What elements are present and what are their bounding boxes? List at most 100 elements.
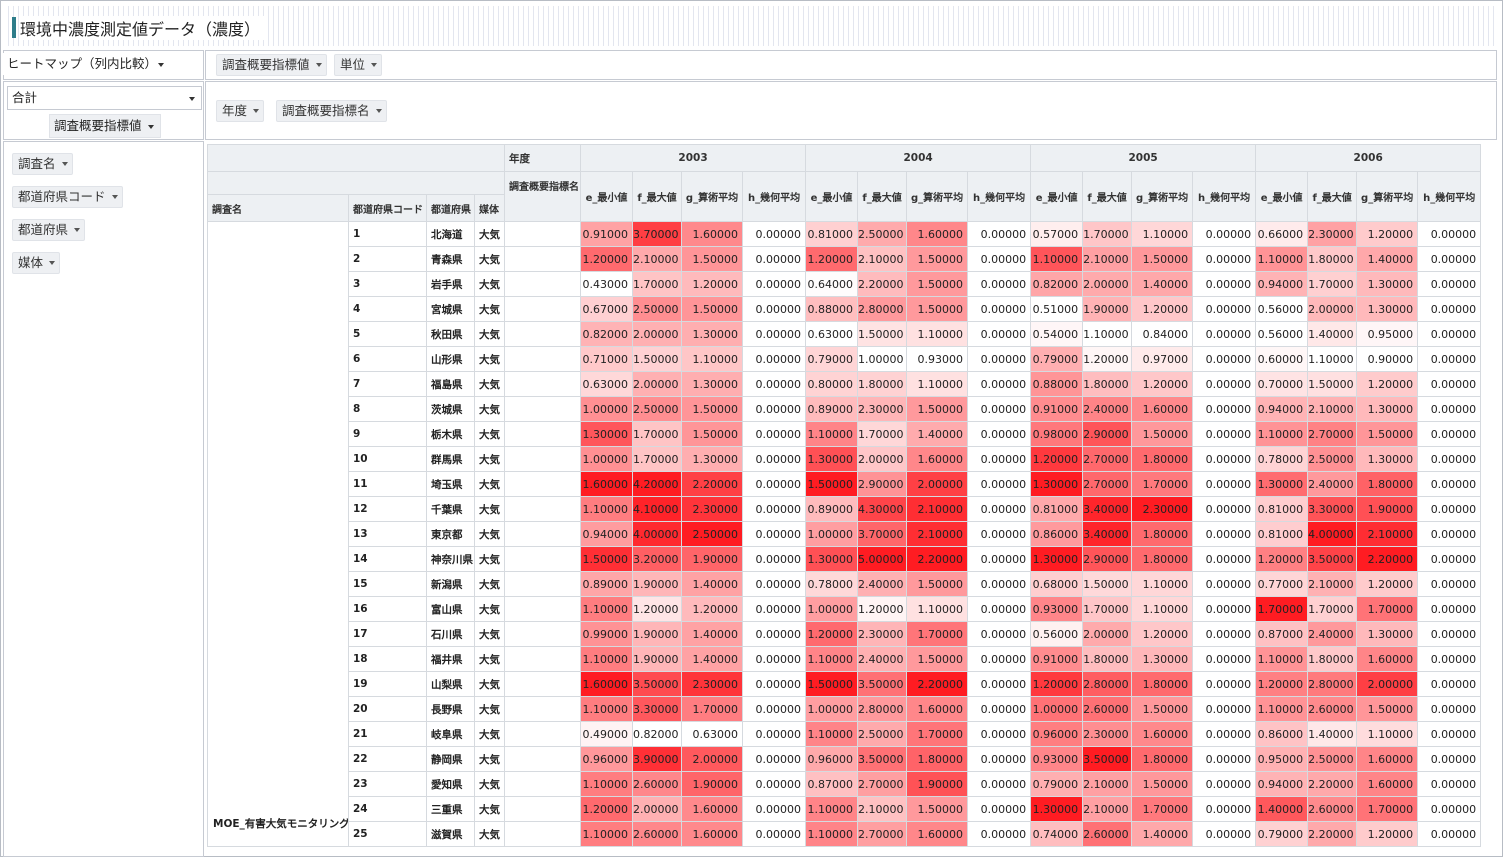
- value-cell[interactable]: 3.50000: [632, 671, 682, 697]
- value-cell[interactable]: 0.77000: [1255, 571, 1309, 597]
- value-cell[interactable]: 0.63000: [681, 721, 743, 747]
- value-cell[interactable]: 0.00000: [1417, 746, 1482, 772]
- value-cell[interactable]: 0.00000: [967, 496, 1032, 522]
- value-cell[interactable]: 1.40000: [681, 571, 743, 597]
- value-cell[interactable]: 2.10000: [906, 496, 969, 522]
- value-cell[interactable]: 0.89000: [805, 396, 859, 422]
- value-cell[interactable]: 1.10000: [580, 821, 633, 847]
- value-cell[interactable]: 1.30000: [681, 371, 743, 397]
- value-cell[interactable]: 1.40000: [1307, 321, 1358, 347]
- value-cell[interactable]: 4.20000: [632, 471, 682, 497]
- value-cell[interactable]: 0.00000: [741, 521, 807, 547]
- value-cell[interactable]: 1.70000: [632, 271, 682, 297]
- value-cell[interactable]: 0.00000: [741, 471, 807, 497]
- value-cell[interactable]: 1.30000: [805, 446, 859, 472]
- value-cell[interactable]: 1.60000: [1356, 746, 1419, 772]
- value-cell[interactable]: 0.49000: [580, 721, 633, 747]
- value-cell[interactable]: 2.70000: [1082, 471, 1133, 497]
- value-cell[interactable]: 2.70000: [1307, 421, 1358, 447]
- value-cell[interactable]: 0.86000: [1255, 721, 1309, 747]
- value-cell[interactable]: 0.00000: [741, 296, 807, 322]
- value-cell[interactable]: 1.10000: [1255, 246, 1309, 272]
- value-cell[interactable]: 2.80000: [857, 696, 908, 722]
- value-cell[interactable]: 1.70000: [1356, 796, 1419, 822]
- value-cell[interactable]: 0.93000: [906, 346, 969, 372]
- value-cell[interactable]: 0.79000: [805, 346, 859, 372]
- value-cell[interactable]: 1.60000: [1131, 721, 1194, 747]
- value-cell[interactable]: 0.00000: [1417, 571, 1482, 597]
- value-cell[interactable]: 1.20000: [1356, 221, 1419, 247]
- value-cell[interactable]: 0.74000: [1030, 821, 1084, 847]
- value-cell[interactable]: 4.30000: [857, 496, 908, 522]
- value-cell[interactable]: 2.60000: [1082, 696, 1133, 722]
- value-cell[interactable]: 0.00000: [1417, 271, 1482, 297]
- value-cell[interactable]: 2.10000: [1307, 396, 1358, 422]
- value-cell[interactable]: 1.40000: [1131, 271, 1194, 297]
- value-cell[interactable]: 1.50000: [857, 321, 908, 347]
- value-cell[interactable]: 1.20000: [805, 621, 859, 647]
- value-cell[interactable]: 1.60000: [580, 671, 633, 697]
- value-cell[interactable]: 2.20000: [906, 546, 969, 572]
- value-cell[interactable]: 2.00000: [1082, 271, 1133, 297]
- col-field-chip-unit[interactable]: 単位: [334, 54, 383, 76]
- value-cell[interactable]: 2.10000: [1356, 521, 1419, 547]
- value-cell[interactable]: 0.00000: [967, 246, 1032, 272]
- value-cell[interactable]: 1.40000: [1131, 821, 1194, 847]
- value-cell[interactable]: 0.94000: [1255, 396, 1309, 422]
- value-cell[interactable]: 0.00000: [967, 471, 1032, 497]
- value-cell[interactable]: 0.00000: [967, 596, 1032, 622]
- value-cell[interactable]: 1.20000: [580, 796, 633, 822]
- value-cell[interactable]: 0.96000: [1030, 721, 1084, 747]
- value-cell[interactable]: 2.20000: [1307, 821, 1358, 847]
- value-cell[interactable]: 1.10000: [580, 696, 633, 722]
- value-cell[interactable]: 2.10000: [1082, 796, 1133, 822]
- value-cell[interactable]: 4.00000: [1307, 521, 1358, 547]
- value-cell[interactable]: 0.00000: [967, 346, 1032, 372]
- value-cell[interactable]: 0.00000: [1192, 421, 1257, 447]
- value-cell[interactable]: 0.00000: [1192, 696, 1257, 722]
- value-cell[interactable]: 1.20000: [681, 271, 743, 297]
- value-cell[interactable]: 1.30000: [1356, 296, 1419, 322]
- value-cell[interactable]: 0.96000: [805, 746, 859, 772]
- value-cell[interactable]: 0.00000: [967, 671, 1032, 697]
- value-cell[interactable]: 0.63000: [805, 321, 859, 347]
- row-field-chip-survey-name[interactable]: 調査名: [12, 153, 73, 175]
- value-cell[interactable]: 1.80000: [1082, 371, 1133, 397]
- value-cell[interactable]: 0.00000: [1417, 221, 1482, 247]
- value-cell[interactable]: 1.80000: [1131, 746, 1194, 772]
- value-cell[interactable]: 1.60000: [681, 796, 743, 822]
- value-cell[interactable]: 1.10000: [1131, 571, 1194, 597]
- value-cell[interactable]: 1.60000: [1356, 646, 1419, 672]
- value-cell[interactable]: 0.57000: [1030, 221, 1084, 247]
- value-cell[interactable]: 1.70000: [1082, 596, 1133, 622]
- value-cell[interactable]: 3.20000: [632, 546, 682, 572]
- value-cell[interactable]: 1.50000: [906, 246, 969, 272]
- value-cell[interactable]: 0.00000: [1192, 746, 1257, 772]
- value-cell[interactable]: 0.00000: [741, 821, 807, 847]
- value-cell[interactable]: 2.20000: [857, 271, 908, 297]
- value-cell[interactable]: 0.00000: [741, 596, 807, 622]
- value-cell[interactable]: 0.00000: [1192, 396, 1257, 422]
- value-cell[interactable]: 1.50000: [1082, 571, 1133, 597]
- value-cell[interactable]: 1.30000: [681, 321, 743, 347]
- value-cell[interactable]: 0.00000: [1417, 396, 1482, 422]
- value-cell[interactable]: 0.00000: [1192, 521, 1257, 547]
- value-cell[interactable]: 1.70000: [1255, 596, 1309, 622]
- value-cell[interactable]: 1.20000: [1356, 571, 1419, 597]
- value-cell[interactable]: 0.94000: [580, 521, 633, 547]
- value-cell[interactable]: 0.79000: [1255, 821, 1309, 847]
- value-cell[interactable]: 2.10000: [632, 246, 682, 272]
- value-cell[interactable]: 0.00000: [741, 321, 807, 347]
- value-cell[interactable]: 0.00000: [1417, 471, 1482, 497]
- value-cell[interactable]: 0.91000: [1030, 646, 1084, 672]
- value-cell[interactable]: 2.00000: [1356, 671, 1419, 697]
- value-cell[interactable]: 0.00000: [967, 621, 1032, 647]
- value-cell[interactable]: 0.00000: [1417, 521, 1482, 547]
- value-cell[interactable]: 0.00000: [1192, 446, 1257, 472]
- value-cell[interactable]: 1.80000: [857, 371, 908, 397]
- value-cell[interactable]: 1.20000: [1082, 346, 1133, 372]
- value-cell[interactable]: 0.00000: [1417, 671, 1482, 697]
- value-cell[interactable]: 1.80000: [1131, 521, 1194, 547]
- value-cell[interactable]: 1.50000: [1131, 771, 1194, 797]
- value-cell[interactable]: 2.30000: [1307, 221, 1358, 247]
